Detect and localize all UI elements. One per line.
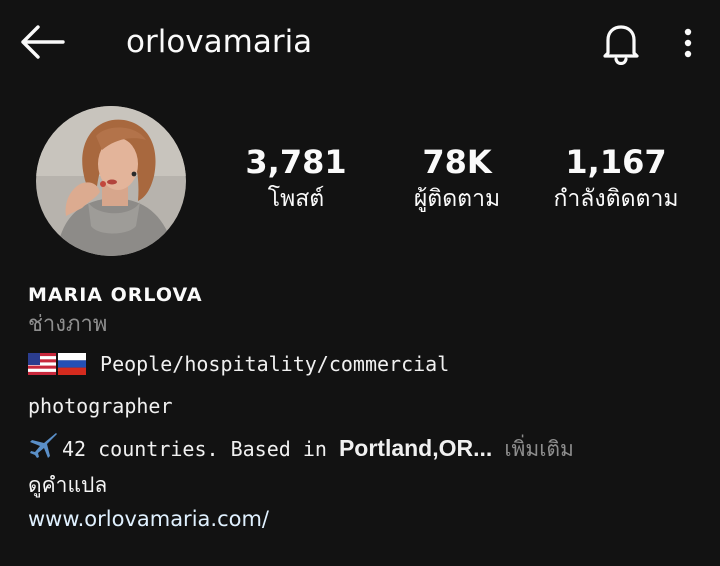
profile-avatar[interactable] [36,106,186,256]
followers-count-value: 78K [422,143,492,181]
bio-text-2: photographer [28,394,173,418]
back-button[interactable] [16,20,68,64]
bell-icon [603,25,639,65]
profile-username: orlovamaria [126,24,313,60]
website-link[interactable]: www.orlovamaria.com/ [28,503,708,535]
bio-more-link[interactable]: เพิ่มเติม [504,437,574,461]
posts-count-label: โพสต์ [267,186,325,212]
profile-bio: MARIA ORLOVA ช่างภาพ People/hospitality/… [28,281,708,535]
us-flag-icon [28,347,56,389]
bio-ellipsis: ... [473,435,493,461]
following-count[interactable]: 1,167 กำลังติดตาม [540,142,692,216]
arrow-left-icon [21,25,65,59]
followers-count-label: ผู้ติดตาม [413,186,501,212]
profile-category: ช่างภาพ [28,312,108,337]
posts-count-value: 3,781 [245,143,347,181]
russia-flag-icon [58,347,86,389]
bio-line-1: People/hospitality/commercial [28,343,708,385]
notifications-button[interactable] [596,18,646,68]
posts-count[interactable]: 3,781 โพสต์ [236,142,356,216]
bio-line-2: photographer [28,385,708,427]
bio-line-3: 42 countries. Based in Portland,OR... เพ… [28,427,708,469]
more-options-button[interactable] [668,20,708,66]
bio-location: Portland,OR [338,435,474,461]
bio-text-1: People/hospitality/commercial [100,352,450,376]
profile-screen: orlovamaria 3,781 โพสต์ 78K ผู้ติดตาม 1,… [0,0,720,566]
top-bar: orlovamaria [0,0,720,86]
following-count-value: 1,167 [565,143,667,181]
more-vertical-icon [684,28,692,58]
avatar-photo [36,106,186,256]
airplane-icon [28,431,58,473]
following-count-label: กำลังติดตาม [553,186,679,212]
followers-count[interactable]: 78K ผู้ติดตาม [398,142,516,216]
profile-full-name: MARIA ORLOVA [28,284,203,306]
bio-text-3: 42 countries. Based in [62,437,339,461]
see-translation-link[interactable]: ดูคำแปล [28,469,708,503]
